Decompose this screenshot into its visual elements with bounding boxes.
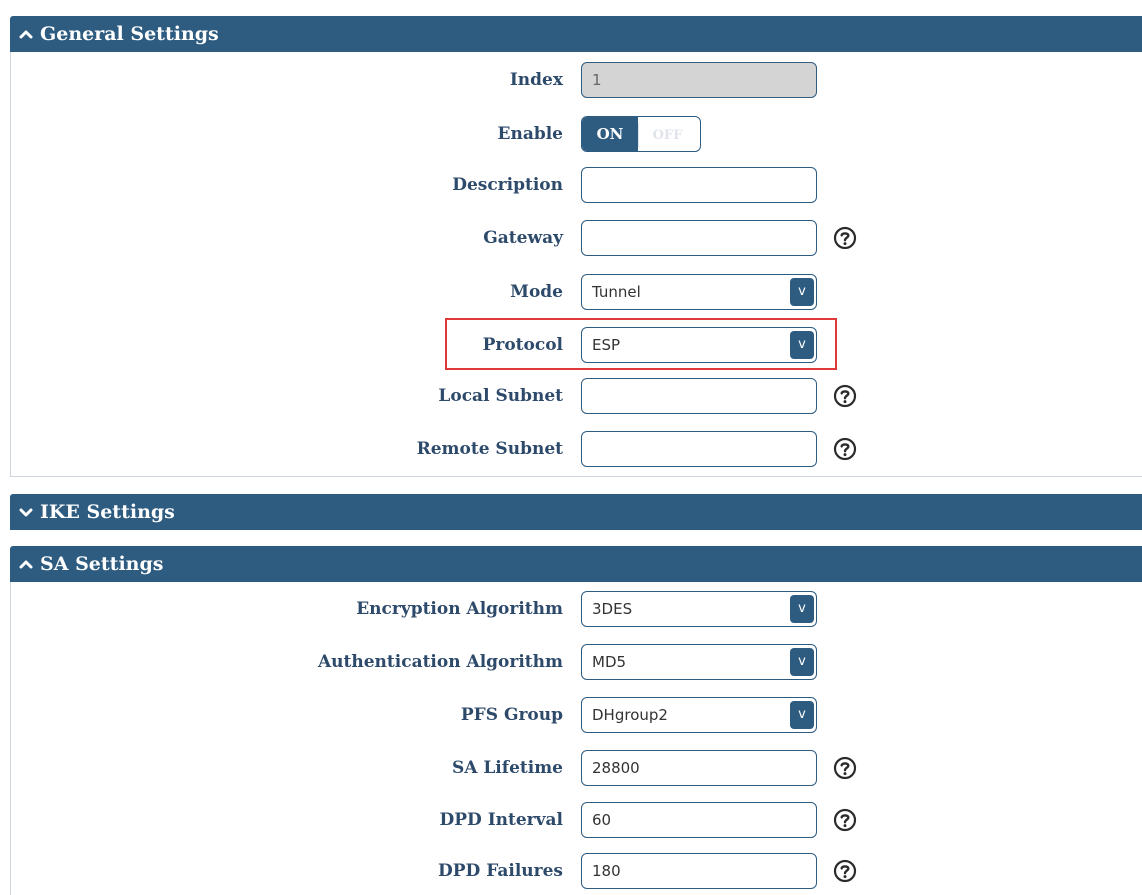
pfs-group-label: PFS Group: [460, 705, 563, 725]
chevron-down-icon[interactable]: v: [790, 648, 814, 676]
remote-subnet-label: Remote Subnet: [416, 439, 563, 459]
authentication-selected-value: MD5: [592, 653, 627, 671]
chevron-down-icon[interactable]: v: [790, 331, 814, 359]
pfs-group-row: PFS Group DHgroup2 v: [11, 697, 1142, 733]
general-settings-header[interactable]: General Settings: [10, 16, 1142, 52]
chevron-down-icon[interactable]: v: [790, 701, 814, 729]
remote-subnet-row: Remote Subnet: [11, 431, 1142, 467]
dpd-failures-row: DPD Failures 180: [11, 853, 1142, 889]
ike-settings-title: IKE Settings: [40, 501, 175, 523]
gateway-row: Gateway: [11, 220, 1142, 256]
authentication-select[interactable]: MD5 v: [581, 644, 817, 680]
protocol-row: Protocol ESP v: [11, 327, 1142, 363]
general-settings-body: Index 1 Enable ON OFF Description Gatewa…: [10, 52, 1142, 477]
protocol-select[interactable]: ESP v: [581, 327, 817, 363]
question-circle-icon[interactable]: [833, 437, 857, 461]
mode-selected-value: Tunnel: [592, 283, 641, 301]
index-label: Index: [509, 70, 563, 90]
encryption-selected-value: 3DES: [592, 600, 633, 618]
local-subnet-label: Local Subnet: [438, 386, 563, 406]
question-circle-icon[interactable]: [833, 226, 857, 250]
chevron-up-icon: [18, 27, 34, 41]
encryption-row: Encryption Algorithm 3DES v: [11, 591, 1142, 627]
sa-settings-title: SA Settings: [40, 553, 164, 575]
protocol-selected-value: ESP: [592, 336, 621, 354]
mode-row: Mode Tunnel v: [11, 274, 1142, 310]
general-settings-title: General Settings: [40, 23, 219, 45]
chevron-up-icon: [18, 557, 34, 571]
question-circle-icon[interactable]: [833, 384, 857, 408]
description-label: Description: [452, 175, 563, 195]
index-field: 1: [581, 62, 817, 98]
ipsec-settings-page: General Settings Index 1 Enable ON OFF D…: [0, 0, 1142, 895]
pfs-group-selected-value: DHgroup2: [592, 706, 668, 724]
description-row: Description: [11, 167, 1142, 203]
local-subnet-input[interactable]: [581, 378, 817, 414]
remote-subnet-input[interactable]: [581, 431, 817, 467]
dpd-failures-label: DPD Failures: [438, 861, 563, 881]
enable-toggle[interactable]: ON OFF: [581, 116, 701, 152]
enable-label: Enable: [497, 124, 564, 144]
authentication-row: Authentication Algorithm MD5 v: [11, 644, 1142, 680]
sa-settings-header[interactable]: SA Settings: [10, 546, 1142, 582]
local-subnet-row: Local Subnet: [11, 378, 1142, 414]
chevron-down-icon[interactable]: v: [790, 278, 814, 306]
mode-select[interactable]: Tunnel v: [581, 274, 817, 310]
gateway-label: Gateway: [483, 228, 563, 248]
ike-settings-header[interactable]: IKE Settings: [10, 494, 1142, 530]
dpd-interval-label: DPD Interval: [439, 810, 563, 830]
sa-settings-body: Encryption Algorithm 3DES v Authenticati…: [10, 582, 1142, 895]
sa-lifetime-row: SA Lifetime 28800: [11, 750, 1142, 786]
chevron-down-icon[interactable]: v: [790, 595, 814, 623]
sa-lifetime-label: SA Lifetime: [451, 758, 563, 778]
description-input[interactable]: [581, 167, 817, 203]
sa-lifetime-input[interactable]: 28800: [581, 750, 817, 786]
dpd-failures-input[interactable]: 180: [581, 853, 817, 889]
enable-row: Enable ON OFF: [11, 116, 1142, 152]
mode-label: Mode: [510, 282, 563, 302]
pfs-group-select[interactable]: DHgroup2 v: [581, 697, 817, 733]
encryption-label: Encryption Algorithm: [356, 599, 563, 619]
question-circle-icon[interactable]: [833, 808, 857, 832]
dpd-interval-row: DPD Interval 60: [11, 802, 1142, 838]
toggle-on-option[interactable]: ON: [582, 117, 638, 151]
index-row: Index 1: [11, 62, 1142, 98]
dpd-interval-input[interactable]: 60: [581, 802, 817, 838]
authentication-label: Authentication Algorithm: [317, 652, 563, 672]
question-circle-icon[interactable]: [833, 756, 857, 780]
toggle-off-option[interactable]: OFF: [638, 121, 696, 149]
encryption-select[interactable]: 3DES v: [581, 591, 817, 627]
chevron-down-icon: [18, 505, 34, 519]
question-circle-icon[interactable]: [833, 859, 857, 883]
protocol-label: Protocol: [482, 335, 563, 355]
gateway-input[interactable]: [581, 220, 817, 256]
